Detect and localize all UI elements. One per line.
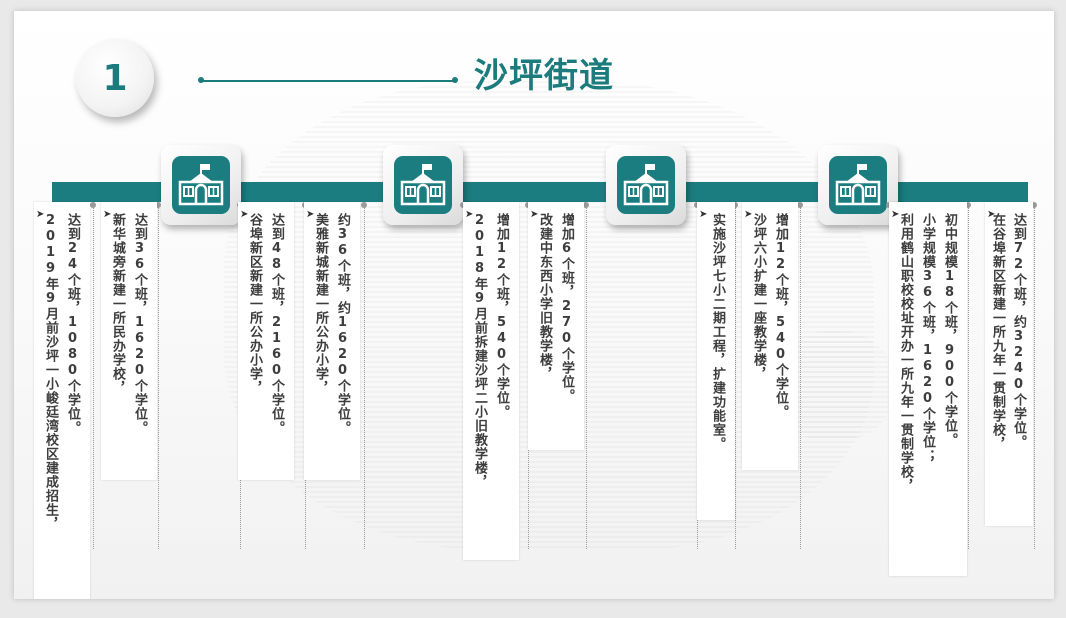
title-connector-line (201, 80, 455, 82)
school-building-icon (623, 164, 669, 206)
timeline-item-text: 增加6个班，270个学位。 (559, 213, 574, 403)
page-title: 沙坪街道 (474, 56, 614, 96)
timeline-item-card: ➤ 增加12个班，540个学位。 2018年9月前拆建沙坪二小旧教学楼， (463, 202, 519, 560)
timeline-item-card: ➤ 约36个班，约1620个学位。 美雅新城新建一所公办小学， (304, 202, 360, 480)
timeline-divider-line (364, 207, 365, 549)
school-building-icon (400, 164, 446, 206)
timeline-item-text: 初中规模18个班，900个学位。 (942, 213, 957, 447)
timeline-divider-line (968, 207, 969, 549)
school-building-icon (835, 164, 881, 206)
timeline-item-card: ➤ 达到36个班，1620个学位。 新华城旁新建一所民办学校， (101, 202, 157, 480)
timeline-item-text: 2018年9月前拆建沙坪二小旧教学楼， (472, 213, 487, 489)
timeline-item-card: ➤ 达到48个班，2160个学位。 谷埠新区新建一所公办小学， (238, 202, 294, 480)
timeline-item-text: 达到48个班，2160个学位。 (269, 213, 284, 435)
timeline-item-text: 在谷埠新区新建一所九年一贯制学校， (990, 213, 1005, 451)
timeline-item-text: 美雅新城新建一所公办小学， (313, 213, 328, 395)
timeline-item-text: 达到36个班，1620个学位。 (132, 213, 147, 435)
timeline-item-text: 实施沙坪七小二期工程，扩建功能室。 (710, 213, 725, 451)
timeline-item-text: 达到24个班，1080个学位。 (65, 213, 80, 435)
timeline-item-text: 改建中东西小学旧教学楼， (537, 213, 552, 381)
icon-tile (383, 145, 463, 225)
section-number-badge: 1 (76, 39, 154, 117)
icon-tile-background (829, 156, 887, 214)
timeline-divider-line (158, 207, 159, 549)
timeline-item-text: 沙坪六小扩建一座教学楼， (751, 213, 766, 381)
timeline-item-text: 达到72个班，约3240个学位。 (1011, 213, 1026, 449)
icon-tile (606, 145, 686, 225)
timeline-item-card: ➤ 达到24个班，1080个学位。 2019年9月前沙坪一小峻廷湾校区建成招生， (34, 202, 90, 599)
timeline-item-card: ➤ 增加6个班，270个学位。 改建中东西小学旧教学楼， (528, 202, 584, 450)
title-line-end-dot (452, 77, 458, 83)
timeline-item-text: 小学规模36个班，1620个学位； (920, 213, 935, 463)
timeline-item-text: 2019年9月前沙坪一小峻廷湾校区建成招生， (43, 213, 58, 531)
timeline-item-text: 约36个班，约1620个学位。 (335, 213, 350, 435)
timeline-divider-line (586, 207, 587, 549)
timeline-item-text: 增加12个班，540个学位。 (773, 213, 788, 419)
icon-tile-background (617, 156, 675, 214)
timeline-item-text: 谷埠新区新建一所公办小学， (247, 213, 262, 395)
timeline-item-text: 增加12个班，540个学位。 (494, 213, 509, 419)
section-number: 1 (102, 57, 128, 99)
timeline-item-card: ➤ 增加12个班，540个学位。 沙坪六小扩建一座教学楼， (742, 202, 798, 470)
timeline-item-card: ➤ 达到72个班，约3240个学位。 在谷埠新区新建一所九年一贯制学校， (985, 202, 1033, 526)
timeline-divider-dot (361, 202, 367, 208)
timeline-divider-line (800, 207, 801, 549)
school-building-icon (178, 164, 224, 206)
icon-tile-background (394, 156, 452, 214)
timeline-item-text: 利用鹤山职校校址开办一所九年一贯制学校， (898, 213, 913, 493)
timeline-item-card: ➤ 初中规模18个班，900个学位。 小学规模36个班，1620个学位； 利用鹤山职校… (889, 202, 967, 576)
timeline-divider-line (1034, 207, 1035, 549)
timeline-item-card: ➤ 实施沙坪七小二期工程，扩建功能室。 (697, 202, 735, 520)
icon-tile-background (172, 156, 230, 214)
icon-tile (818, 145, 898, 225)
timeline-divider-line (93, 207, 94, 549)
timeline-item-text: 新华城旁新建一所民办学校， (110, 213, 125, 395)
timeline-divider-dot (90, 202, 96, 208)
timeline-divider-line (735, 207, 736, 549)
slide: 1 沙坪街道 ➤ 达到24个班，1080个学位。 2019年9月前沙坪一小峻廷湾校区… (14, 11, 1054, 599)
icon-tile (161, 145, 241, 225)
